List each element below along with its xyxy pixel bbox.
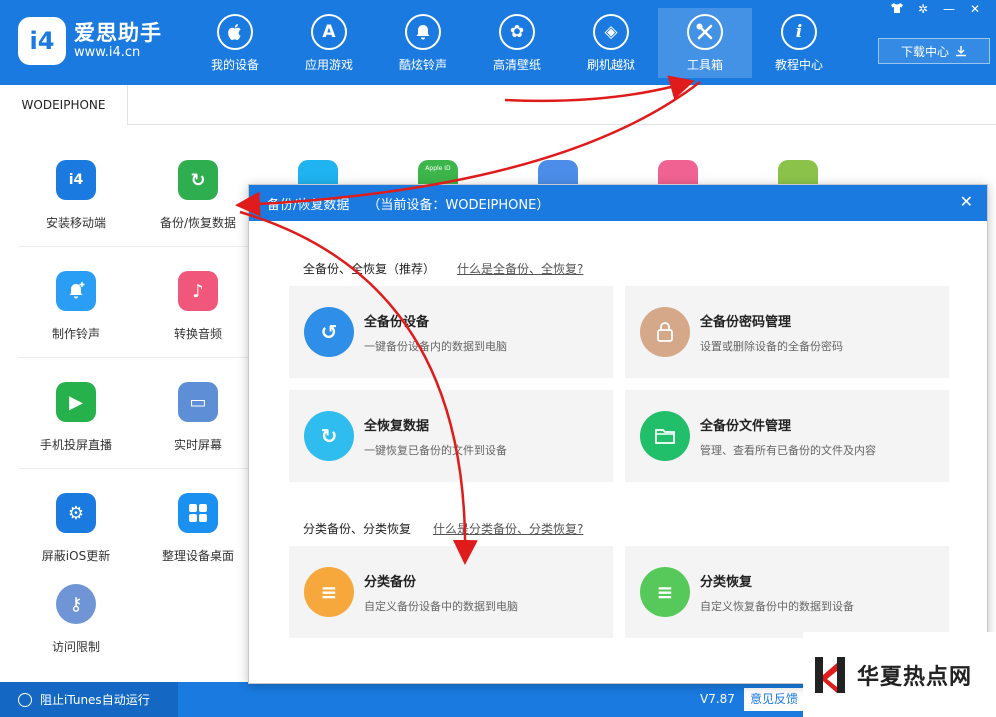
- app-url: www.i4.cn: [74, 45, 141, 60]
- nav-wallpapers[interactable]: ✿ 高清壁纸: [470, 8, 564, 78]
- full-restore-icon: ↻: [304, 411, 354, 461]
- app-store-partial-icon[interactable]: [538, 160, 578, 186]
- nav-apps-games[interactable]: A 应用游戏: [282, 8, 376, 78]
- i4-app-icon: i4: [56, 160, 96, 200]
- app-title: 爱思助手: [74, 21, 162, 45]
- download-icon: [956, 46, 966, 57]
- full-backup-icon: ↺: [304, 307, 354, 357]
- nav-my-device[interactable]: 我的设备: [188, 8, 282, 78]
- gear-icon[interactable]: ✲: [914, 2, 932, 16]
- window-controls: ✲ — ✕: [888, 2, 984, 16]
- full-section-title: 全备份、全恢复（推荐）: [303, 262, 436, 276]
- full-backup-section-header: 全备份、全恢复（推荐） 什么是全备份、全恢复?: [303, 260, 583, 277]
- nav-ringtones[interactable]: 酷炫铃声: [376, 8, 470, 78]
- dialog-header: 备份/恢复数据 （当前设备：WODEIPHONE） ✕: [249, 185, 987, 221]
- category-section-help-link[interactable]: 什么是分类备份、分类恢复?: [433, 520, 583, 537]
- feedback-button[interactable]: 意见反馈: [744, 688, 804, 711]
- lock-icon: [640, 307, 690, 357]
- apple-id-label: Apple ID: [425, 165, 451, 172]
- app-store-icon: A: [311, 14, 347, 50]
- bell-plus-icon: [56, 271, 96, 311]
- tool-make-ringtone[interactable]: 制作铃声: [18, 251, 134, 351]
- monitor-icon: ▭: [178, 382, 218, 422]
- category-backup-section-header: 分类备份、分类恢复 什么是分类备份、分类恢复?: [303, 520, 583, 537]
- grid-icon: [178, 493, 218, 533]
- app-logo: i4 爱思助手 www.i4.cn: [18, 17, 162, 65]
- tool-backup-restore[interactable]: ↻ 备份/恢复数据: [140, 140, 256, 240]
- block-itunes-toggle[interactable]: 阻止iTunes自动运行: [0, 682, 178, 717]
- key-icon: ⚷: [56, 584, 96, 624]
- close-icon[interactable]: ✕: [966, 2, 984, 16]
- category-restore-icon: ≡: [640, 567, 690, 617]
- category-restore-card[interactable]: ≡ 分类恢复 自定义恢复备份中的数据到设备: [625, 546, 949, 638]
- dialog-close-icon[interactable]: ✕: [960, 191, 973, 213]
- apple-id-icon[interactable]: Apple ID: [418, 160, 458, 186]
- top-bar: i4 爱思助手 www.i4.cn 我的设备 A 应用游戏 酷炫铃声 ✿ 高清壁…: [0, 0, 996, 85]
- flower-icon: ✿: [499, 14, 535, 50]
- tool-block-ios-update[interactable]: ⚙ 屏蔽iOS更新: [18, 473, 134, 573]
- transfer-icon[interactable]: [298, 160, 338, 186]
- full-restore-card[interactable]: ↻ 全恢复数据 一键恢复已备份的文件到设备: [289, 390, 613, 482]
- tool-screen-cast[interactable]: ▶ 手机投屏直播: [18, 362, 134, 462]
- block-itunes-label: 阻止iTunes自动运行: [40, 693, 150, 707]
- full-backup-card[interactable]: ↺ 全备份设备 一键备份设备内的数据到电脑: [289, 286, 613, 378]
- download-center-button[interactable]: 下载中心: [878, 38, 990, 64]
- itunes-icon[interactable]: [658, 160, 698, 186]
- download-center-label: 下载中心: [900, 44, 949, 59]
- tab-device[interactable]: WODEIPHONE: [0, 85, 128, 125]
- tool-convert-audio[interactable]: ♪ 转换音频: [140, 251, 256, 351]
- row-divider: [18, 246, 250, 247]
- dropbox-icon: ◈: [593, 14, 629, 50]
- backup-file-manager-card[interactable]: 全备份文件管理 管理、查看所有已备份的文件及内容: [625, 390, 949, 482]
- category-backup-icon: ≡: [304, 567, 354, 617]
- nav-flash-jailbreak[interactable]: ◈ 刷机越狱: [564, 8, 658, 78]
- radio-circle-icon: [18, 692, 32, 707]
- backup-restore-icon: ↻: [178, 160, 218, 200]
- dialog-device: （当前设备：WODEIPHONE）: [367, 197, 550, 213]
- watermark: 华夏热点网: [803, 632, 996, 717]
- dialog-title: 备份/恢复数据: [267, 197, 350, 213]
- backup-restore-dialog: 备份/恢复数据 （当前设备：WODEIPHONE） ✕ 全备份、全恢复（推荐） …: [248, 184, 988, 684]
- i4-logo-icon: i4: [18, 17, 66, 65]
- minimize-icon[interactable]: —: [940, 2, 958, 16]
- category-backup-card[interactable]: ≡ 分类备份 自定义备份设备中的数据到电脑: [289, 546, 613, 638]
- main-nav: 我的设备 A 应用游戏 酷炫铃声 ✿ 高清壁纸 ◈ 刷机越狱 工具箱 i 教程中…: [188, 8, 846, 85]
- full-section-help-link[interactable]: 什么是全备份、全恢复?: [457, 260, 583, 277]
- tools-icon: [687, 14, 723, 50]
- apple-icon: [217, 14, 253, 50]
- row-divider: [18, 468, 250, 469]
- device-tab-bar: WODEIPHONE: [0, 85, 996, 125]
- watermark-logo-icon: [815, 656, 845, 693]
- row-divider: [18, 357, 250, 358]
- shirt-icon[interactable]: [888, 2, 906, 16]
- folder-icon: [640, 411, 690, 461]
- block-update-icon: ⚙: [56, 493, 96, 533]
- tool-access-restriction[interactable]: ⚷ 访问限制: [18, 564, 134, 664]
- tool-organize-desktop[interactable]: 整理设备桌面: [140, 473, 256, 573]
- bell-icon: [405, 14, 441, 50]
- music-note-icon: ♪: [178, 271, 218, 311]
- version-text: V7.87: [700, 692, 735, 706]
- info-icon: i: [781, 14, 817, 50]
- nav-toolbox[interactable]: 工具箱: [658, 8, 752, 78]
- tool-live-screen[interactable]: ▭ 实时屏幕: [140, 362, 256, 462]
- backup-password-card[interactable]: 全备份密码管理 设置或删除设备的全备份密码: [625, 286, 949, 378]
- play-screen-icon: ▶: [56, 382, 96, 422]
- nav-tutorials[interactable]: i 教程中心: [752, 8, 846, 78]
- category-section-title: 分类备份、分类恢复: [303, 522, 412, 536]
- tool-install-mobile[interactable]: i4 安装移动端: [18, 140, 134, 240]
- watermark-text: 华夏热点网: [857, 663, 973, 690]
- box-icon[interactable]: [778, 160, 818, 186]
